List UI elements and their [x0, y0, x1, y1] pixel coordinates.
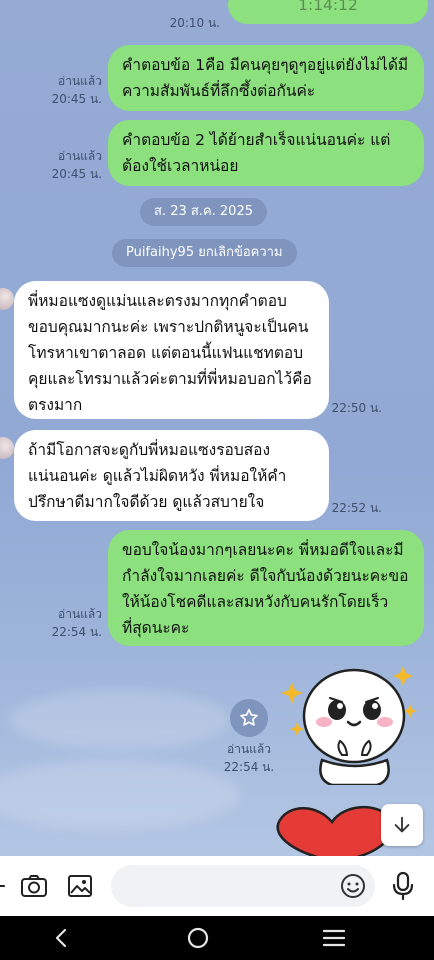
background-cloud: [10, 690, 230, 750]
message-time: 20:45 น.: [51, 167, 102, 181]
message-bubble-outgoing[interactable]: คำตอบข้อ 1คือ มีคนคุยๆดูๆอยู่แต่ยังไม่ได…: [108, 45, 424, 111]
message-bubble-incoming[interactable]: ถ้ามีโอกาสจะดูกับพี่หมอแซงรอบสองแน่นอนค่…: [14, 430, 329, 521]
mic-icon[interactable]: [389, 870, 417, 902]
arrow-down-icon: [394, 816, 410, 833]
back-icon[interactable]: [48, 926, 74, 950]
avatar[interactable]: [0, 288, 14, 310]
home-icon[interactable]: [184, 925, 212, 951]
message-time: 22:50 น.: [331, 401, 382, 415]
sticker-crying-character[interactable]: [281, 660, 424, 787]
star-icon[interactable]: [230, 699, 268, 737]
message-time: 22:54 น.: [223, 760, 275, 774]
message-meta: อ่านแล้ว 22:54 น.: [40, 605, 102, 641]
message-meta: อ่านแล้ว 20:45 น.: [40, 147, 102, 183]
message-text: คำตอบข้อ 1คือ มีคนคุยๆดูๆอยู่แต่ยังไม่ได…: [122, 56, 409, 100]
image-icon[interactable]: [64, 870, 96, 902]
message-text: 1:14:12: [298, 0, 358, 14]
message-input-bar: [0, 856, 434, 916]
message-time: 20:45 น.: [51, 92, 102, 106]
system-notice: Puifaihy95 ยกเลิกข้อความ: [112, 239, 297, 267]
message-bubble-outgoing[interactable]: คำตอบข้อ 2 ได้ย้ายสำเร็จแน่นอนค่ะ แต่ต้อ…: [108, 120, 424, 186]
read-receipt: อ่านแล้ว: [58, 149, 102, 163]
message-meta: อ่านแล้ว 22:54 น.: [218, 740, 280, 776]
message-text: คำตอบข้อ 2 ได้ย้ายสำเร็จแน่นอนค่ะ แต่ต้อ…: [122, 131, 391, 175]
scroll-down-button[interactable]: [381, 804, 423, 846]
chevron-icon[interactable]: [0, 876, 8, 896]
avatar[interactable]: [0, 437, 14, 459]
message-input[interactable]: [111, 865, 375, 907]
system-navigation-bar: [0, 916, 434, 960]
background-cloud: [0, 760, 240, 830]
read-receipt: อ่านแล้ว: [227, 742, 271, 756]
message-time: 22:54 น.: [51, 625, 102, 639]
message-bubble-outgoing[interactable]: 1:14:12: [228, 0, 428, 24]
message-meta: อ่านแล้ว 20:45 น.: [40, 72, 102, 108]
emoji-icon[interactable]: [339, 872, 367, 900]
message-time: 20:10 น.: [169, 16, 220, 30]
message-text: ถ้ามีโอกาสจะดูกับพี่หมอแซงรอบสองแน่นอนค่…: [28, 441, 287, 511]
message-time: 22:52 น.: [331, 501, 382, 515]
read-receipt: อ่านแล้ว: [58, 74, 102, 88]
message-text: ขอบใจน้องมากๆเลยนะคะ พี่หมอดีใจและมีกำลั…: [122, 541, 409, 637]
chat-area[interactable]: 1:14:12 20:10 น. อ่านแล้ว 20:45 น. คำตอบ…: [0, 0, 434, 856]
message-bubble-incoming[interactable]: พี่หมอแซงดูแม่นและตรงมากทุกคำตอบขอบคุณมา…: [14, 281, 329, 419]
date-separator: ส. 23 ส.ค. 2025: [140, 198, 267, 226]
recent-apps-icon[interactable]: [320, 926, 348, 950]
read-receipt: อ่านแล้ว: [58, 607, 102, 621]
camera-icon[interactable]: [18, 870, 50, 902]
message-bubble-outgoing[interactable]: ขอบใจน้องมากๆเลยนะคะ พี่หมอดีใจและมีกำลั…: [108, 530, 424, 646]
message-text: พี่หมอแซงดูแม่นและตรงมากทุกคำตอบขอบคุณมา…: [28, 292, 312, 414]
